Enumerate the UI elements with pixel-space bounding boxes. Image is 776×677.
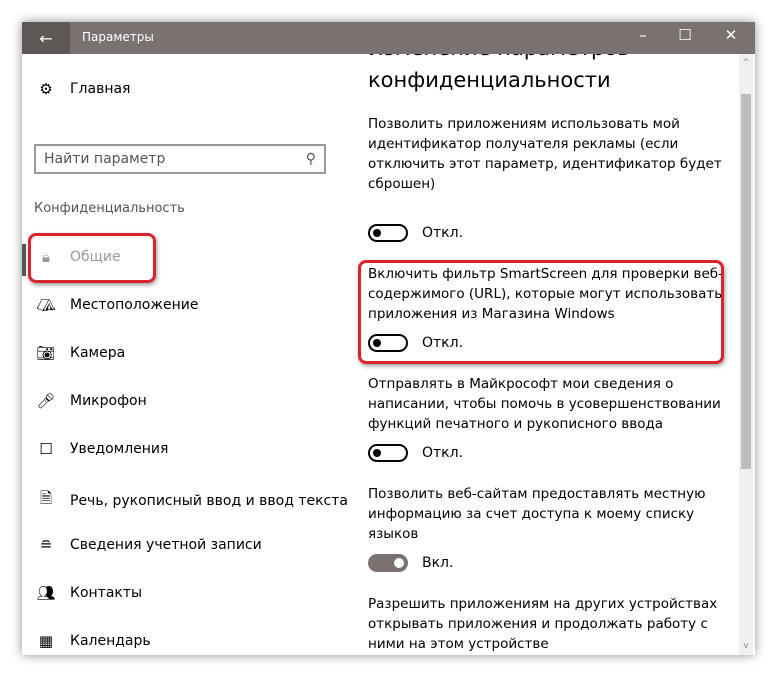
- setting-description: Позволить веб-сайтам предоставлять местн…: [368, 486, 706, 542]
- contacts-icon: 👥︎: [36, 584, 56, 602]
- setting-description: Отправлять в Майкрософт мои сведения о н…: [368, 376, 721, 432]
- toggle-state: Вкл.: [422, 555, 454, 571]
- sidebar-item-location[interactable]: ⛺︎ Местоположение: [36, 296, 198, 314]
- item-label: Местоположение: [70, 297, 199, 313]
- toggle-switch[interactable]: [368, 554, 408, 572]
- scroll-up-icon[interactable]: ^: [739, 58, 753, 68]
- page-title: конфиденциальности: [368, 68, 611, 92]
- document-icon: 🗎: [39, 489, 53, 507]
- microphone-icon: 🎤︎: [36, 392, 56, 410]
- main-content: Изменение параметров конфиденциальности …: [358, 36, 738, 655]
- location-icon: ⛺︎: [36, 296, 56, 314]
- camera-icon: 📷︎: [36, 344, 56, 362]
- sidebar-item-contacts[interactable]: 👥︎ Контакты: [36, 584, 142, 602]
- sidebar-item-home[interactable]: ⚙ Главная: [36, 80, 130, 98]
- search-placeholder: Найти параметр: [44, 151, 166, 167]
- selection-indicator: [22, 244, 26, 276]
- highlight-box: [358, 260, 724, 364]
- item-label: Микрофон: [70, 393, 147, 409]
- toggle-switch[interactable]: [368, 224, 408, 242]
- notification-icon: ☐: [39, 440, 53, 458]
- scrollbar-thumb[interactable]: [741, 94, 751, 469]
- back-button[interactable]: ←: [22, 22, 70, 54]
- scroll-down-icon[interactable]: v: [739, 641, 753, 651]
- scrollbar[interactable]: ^ v: [739, 54, 753, 655]
- settings-window: ← Параметры – ☐ ✕ ⚙ Главная Найти парамет…: [22, 22, 755, 655]
- arrow-left-icon: ←: [39, 28, 53, 48]
- toggle-advertising-id[interactable]: Откл.: [368, 224, 463, 242]
- item-label: Уведомления: [70, 441, 169, 457]
- account-info-icon: ≘: [39, 536, 53, 554]
- toggle-state: Откл.: [422, 225, 464, 241]
- search-icon: ⚲: [305, 151, 316, 167]
- sidebar-item-microphone[interactable]: 🎤︎ Микрофон: [36, 392, 147, 410]
- search-input[interactable]: Найти параметр ⚲: [34, 144, 326, 174]
- toggle-state: Откл.: [422, 445, 464, 461]
- gear-icon: ⚙: [39, 80, 53, 98]
- calendar-icon: ▦: [38, 632, 54, 650]
- item-label: Контакты: [70, 585, 143, 601]
- sidebar-item-account-info[interactable]: ≘ Сведения учетной записи: [36, 536, 262, 554]
- title-bar: ← Параметры – ☐ ✕: [22, 22, 755, 54]
- sidebar-item-notifications[interactable]: ☐ Уведомления: [36, 440, 168, 458]
- toggle-switch[interactable]: [368, 444, 408, 462]
- sidebar-item-speech[interactable]: 🗎 Речь, рукописный ввод и ввод текста: [36, 488, 348, 513]
- item-label: Календарь: [70, 633, 151, 649]
- section-title: Конфиденциальность: [34, 201, 185, 216]
- toggle-language-list[interactable]: Вкл.: [368, 554, 453, 572]
- sidebar-item-calendar[interactable]: ▦ Календарь: [36, 632, 151, 650]
- sidebar-item-camera[interactable]: 📷︎ Камера: [36, 344, 125, 362]
- maximize-button[interactable]: ☐: [670, 26, 700, 44]
- setting-description: Позволить приложениям использовать мой и…: [368, 116, 722, 192]
- window-title: Параметры: [82, 30, 154, 44]
- sidebar: ⚙ Главная Найти параметр ⚲ Конфиденциально…: [22, 54, 352, 655]
- item-label: Камера: [70, 345, 126, 361]
- close-button[interactable]: ✕: [716, 26, 746, 44]
- toggle-writing-info[interactable]: Откл.: [368, 444, 463, 462]
- item-label: Сведения учетной записи: [70, 537, 262, 553]
- setting-description: Разрешить приложениям на других устройст…: [368, 596, 718, 652]
- highlight-box: [28, 233, 156, 283]
- minimize-button[interactable]: –: [628, 26, 658, 44]
- home-label: Главная: [70, 81, 131, 97]
- item-label: Речь, рукописный ввод и ввод текста: [70, 492, 348, 509]
